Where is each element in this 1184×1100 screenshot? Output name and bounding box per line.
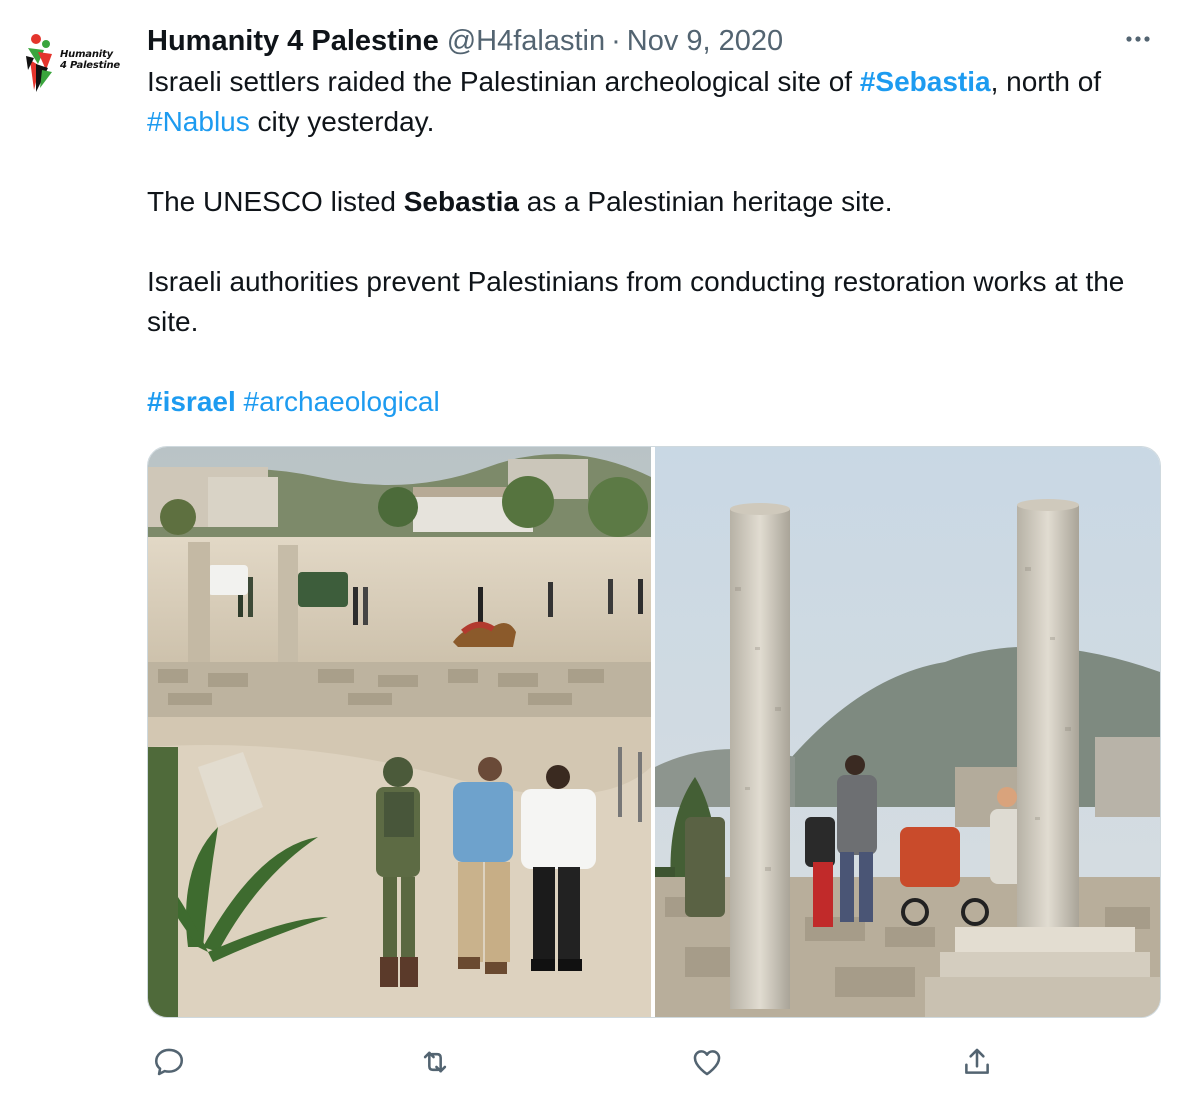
- retweet-icon: [423, 1051, 447, 1073]
- hashtag-archaeological[interactable]: #archaeological: [244, 386, 440, 417]
- tweet-media: [147, 446, 1161, 1018]
- photo-plaza-settlers-image: [148, 447, 651, 1017]
- retweet-button[interactable]: [413, 1040, 457, 1084]
- photo-columns-hills-image: [655, 447, 1160, 1017]
- heart-icon: [693, 1050, 721, 1076]
- hashtag-nablus[interactable]: #Nablus: [147, 106, 250, 137]
- tweet-header: Humanity 4 Palestine @H4falastin · Nov 9…: [147, 21, 783, 61]
- hashtag-israel[interactable]: #israel: [147, 386, 236, 417]
- tweet-date[interactable]: Nov 9, 2020: [627, 25, 783, 58]
- more-icon: [1126, 36, 1150, 42]
- reply-icon: [154, 1048, 184, 1076]
- tweet-hashtags: #israel #archaeological: [147, 382, 1167, 422]
- share-button[interactable]: [955, 1040, 999, 1084]
- like-button[interactable]: [685, 1040, 729, 1084]
- tweet-action-bar: [147, 1040, 1167, 1084]
- more-options-button[interactable]: [1120, 24, 1160, 54]
- header-separator: ·: [611, 24, 621, 57]
- photo-plaza-settlers[interactable]: [148, 447, 651, 1017]
- display-name[interactable]: Humanity 4 Palestine: [147, 25, 439, 58]
- avatar[interactable]: Humanity 4 Palestine: [22, 30, 126, 102]
- hashtag-sebastia[interactable]: #Sebastia: [860, 66, 991, 97]
- tweet-text: Israeli settlers raided the Palestinian …: [147, 62, 1167, 422]
- bold-sebastia: Sebastia: [403, 186, 519, 217]
- share-icon: [965, 1048, 989, 1074]
- avatar-logo-text: Humanity 4 Palestine: [60, 49, 120, 71]
- tweet-paragraph-1: Israeli settlers raided the Palestinian …: [147, 66, 1102, 137]
- tweet-paragraph-2: The UNESCO listed Sebastia as a Palestin…: [147, 186, 893, 217]
- reply-button[interactable]: [147, 1040, 191, 1084]
- user-handle[interactable]: @H4falastin: [447, 25, 605, 58]
- tweet[interactable]: Humanity 4 Palestine Humanity 4 Palestin…: [0, 0, 1184, 1100]
- tweet-paragraph-3: Israeli authorities prevent Palestinians…: [147, 266, 1125, 337]
- photo-columns-hills[interactable]: [655, 447, 1160, 1017]
